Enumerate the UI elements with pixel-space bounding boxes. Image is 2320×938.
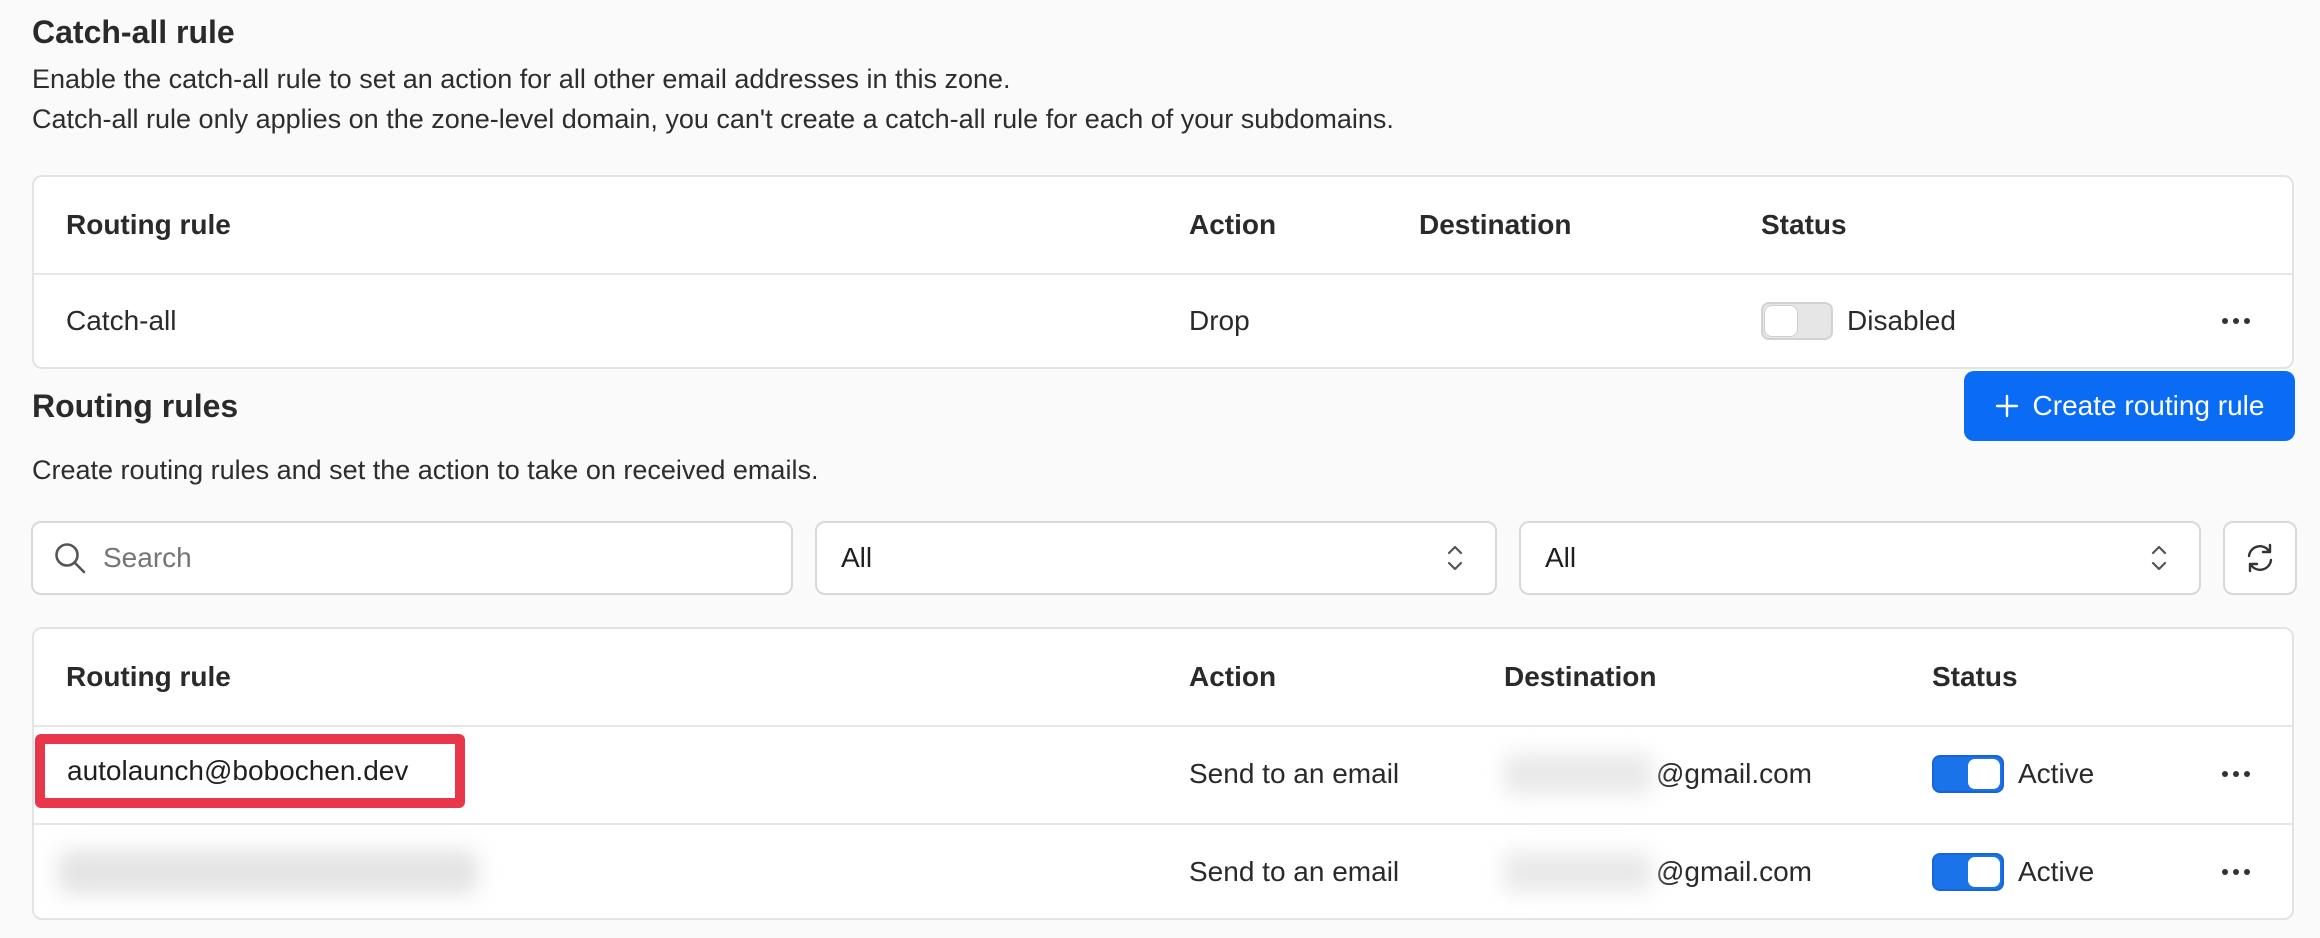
destination-domain: @gmail.com [1656, 856, 1813, 887]
filter-select-2-value: All [1545, 542, 1577, 573]
highlighted-rule-name[interactable]: autolaunch@bobochen.dev [35, 734, 465, 808]
toggle-knob [1765, 306, 1797, 336]
catch-all-title: Catch-all rule [32, 14, 235, 50]
routing-rules-desc: Create routing rules and set the action … [32, 455, 819, 485]
header-routing-rule: Routing rule [66, 209, 231, 240]
filter-select-1[interactable]: All [815, 521, 1497, 595]
header-destination: Destination [1419, 209, 1572, 240]
routing-status-label: Active [2018, 856, 2095, 887]
table-row: Send to an email @gmail.com Active [34, 823, 2292, 918]
routing-status: Active [1932, 725, 2094, 823]
toggle-knob [1968, 759, 2000, 789]
routing-rule-name-redacted [58, 823, 478, 918]
routing-status: Active [1932, 823, 2095, 918]
routing-action: Send to an email [1189, 856, 1400, 887]
routing-destination: @gmail.com [1504, 725, 1812, 823]
routing-rule-toggle[interactable] [1932, 755, 2004, 793]
catch-all-status-label: Disabled [1847, 305, 1956, 336]
catch-all-table: Routing rule Action Destination Status C… [32, 175, 2294, 369]
more-horizontal-icon[interactable] [2216, 852, 2256, 892]
routing-destination: @gmail.com [1504, 823, 1813, 918]
catch-all-action: Drop [1189, 305, 1250, 336]
refresh-button[interactable] [2223, 521, 2297, 595]
create-routing-rule-button[interactable]: Create routing rule [1964, 371, 2295, 441]
catch-all-toggle[interactable] [1761, 302, 1833, 340]
routing-table-header: Routing rule Action Destination Status [34, 629, 2292, 727]
more-horizontal-icon[interactable] [2216, 301, 2256, 341]
header-action: Action [1189, 661, 1277, 692]
search-icon [55, 543, 86, 574]
header-routing-rule: Routing rule [66, 661, 231, 692]
routing-rules-title: Routing rules [32, 388, 239, 424]
header-action: Action [1189, 209, 1277, 240]
header-status: Status [1932, 661, 2018, 692]
routing-rule-toggle[interactable] [1932, 853, 2004, 891]
search-input[interactable] [101, 541, 745, 575]
catch-all-desc-2: Catch-all rule only applies on the zone-… [32, 104, 1394, 134]
catch-all-desc-1: Enable the catch-all rule to set an acti… [32, 64, 1011, 94]
header-status: Status [1761, 209, 1847, 240]
catch-all-status: Disabled [1761, 273, 1956, 367]
search-field[interactable] [31, 521, 793, 595]
plus-icon [1995, 394, 2018, 418]
create-routing-rule-label: Create routing rule [2032, 390, 2265, 421]
table-row: Catch-all Drop Disabled [34, 273, 2292, 367]
routing-status-label: Active [2018, 758, 2095, 789]
routing-action: Send to an email [1189, 758, 1400, 789]
redacted-rule-name [58, 850, 478, 894]
catch-all-rule-name: Catch-all [66, 305, 177, 336]
filter-select-1-value: All [841, 542, 873, 573]
redacted-email-user [1504, 852, 1652, 892]
refresh-icon [2247, 543, 2273, 573]
filter-select-2[interactable]: All [1519, 521, 2201, 595]
chevron-up-down-icon [2151, 545, 2167, 571]
redacted-email-user [1504, 754, 1652, 794]
destination-domain: @gmail.com [1656, 758, 1813, 789]
header-destination: Destination [1504, 661, 1657, 692]
more-horizontal-icon[interactable] [2216, 754, 2256, 794]
catch-all-table-header: Routing rule Action Destination Status [34, 177, 2292, 275]
toggle-knob [1968, 857, 2000, 887]
chevron-up-down-icon [1447, 545, 1463, 571]
